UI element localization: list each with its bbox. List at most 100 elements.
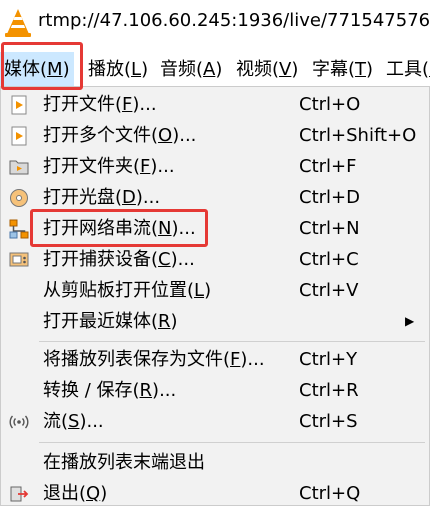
menu-video-label: 视频( <box>236 59 280 80</box>
capture-device-icon <box>9 252 29 267</box>
convert-save-key: R <box>139 380 153 401</box>
open-disc-shortcut: Ctrl+D <box>299 187 360 208</box>
stream-label: 流(S)... <box>43 406 104 437</box>
menu-playback-key: L <box>131 59 142 80</box>
convert-save-text: 转换 / 保存( <box>43 380 140 401</box>
open-multiple-files-label: 打开多个文件(O)... <box>43 120 196 151</box>
open-multiple-files-key: O <box>158 125 173 146</box>
open-multiple-files-text: 打开多个文件( <box>43 125 159 146</box>
menu-tools[interactable]: 工具(S <box>382 52 430 88</box>
media-dropdown-menu: 打开文件(F)... Ctrl+O 打开多个文件(O)... Ctrl+Shif… <box>0 86 430 506</box>
menu-open-file[interactable]: 打开文件(F)... Ctrl+O <box>1 89 429 120</box>
play-file-icon <box>11 95 27 115</box>
menu-convert-save[interactable]: 转换 / 保存(R)... Ctrl+R <box>1 375 429 406</box>
menu-quit-at-end-of-playlist[interactable]: 在播放列表末端退出 <box>1 447 429 478</box>
network-icon <box>9 219 29 239</box>
open-clipboard-label: 从剪贴板打开位置(L) <box>43 275 211 306</box>
folder-icon <box>9 160 29 175</box>
open-clipboard-key: L <box>194 280 205 301</box>
menu-open-recent-media[interactable]: 打开最近媒体(R) ▶ <box>1 306 429 337</box>
convert-save-shortcut: Ctrl+R <box>299 380 359 401</box>
open-folder-key: F <box>140 156 151 177</box>
menu-separator <box>39 341 425 342</box>
menu-audio-label: 音频( <box>160 59 204 80</box>
quit-label: 退出(Q) <box>43 478 107 509</box>
quit-at-end-label: 在播放列表末端退出 <box>43 452 205 473</box>
menu-audio[interactable]: 音频(A) <box>156 52 226 88</box>
open-network-stream-shortcut: Ctrl+N <box>299 218 360 239</box>
submenu-arrow-icon: ▶ <box>405 314 415 328</box>
open-disc-text: 打开光盘( <box>43 187 123 208</box>
stream-shortcut: Ctrl+S <box>299 411 358 432</box>
menu-separator <box>39 442 425 443</box>
network-stream-highlight-box <box>30 209 208 247</box>
open-capture-device-suffix: )... <box>170 249 195 270</box>
open-capture-device-label: 打开捕获设备(C)... <box>43 244 195 275</box>
open-capture-device-text: 打开捕获设备( <box>43 249 159 270</box>
window-title: rtmp://47.106.60.245:1936/live/771547576… <box>38 10 430 31</box>
open-file-text: 打开文件( <box>43 94 123 115</box>
open-recent-media-text: 打开最近媒体( <box>43 311 159 332</box>
open-disc-key: D <box>122 187 136 208</box>
quit-text: 退出( <box>43 483 87 504</box>
play-file-icon <box>11 126 27 146</box>
open-recent-media-label: 打开最近媒体(R) <box>43 306 178 337</box>
open-file-label: 打开文件(F)... <box>43 89 157 120</box>
stream-suffix: )... <box>79 411 104 432</box>
media-menu-highlight-box <box>1 42 83 90</box>
convert-save-suffix: )... <box>152 380 177 401</box>
open-file-shortcut: Ctrl+O <box>299 94 361 115</box>
save-playlist-shortcut: Ctrl+Y <box>299 349 358 370</box>
quit-suffix: ) <box>100 483 108 504</box>
menu-open-multiple-files[interactable]: 打开多个文件(O)... Ctrl+Shift+O <box>1 120 429 151</box>
menu-audio-key: A <box>203 59 216 80</box>
open-folder-label: 打开文件夹(F)... <box>43 151 175 182</box>
open-clipboard-shortcut: Ctrl+V <box>299 280 359 301</box>
menu-video-key: V <box>279 59 292 80</box>
menu-playback[interactable]: 播放(L) <box>84 52 152 88</box>
save-playlist-label: 将播放列表保存为文件(F)... <box>43 344 265 375</box>
stream-icon <box>9 415 29 429</box>
menu-stream[interactable]: 流(S)... Ctrl+S <box>1 406 429 437</box>
open-recent-media-suffix: ) <box>170 311 178 332</box>
menu-playback-label: 播放( <box>88 59 132 80</box>
menu-video-end: ) <box>291 59 299 80</box>
menu-subtitle-key: T <box>355 59 367 80</box>
menu-subtitle-end: ) <box>366 59 374 80</box>
convert-save-label: 转换 / 保存(R)... <box>43 375 176 406</box>
vlc-cone-icon <box>5 9 31 37</box>
menu-open-capture-device[interactable]: 打开捕获设备(C)... Ctrl+C <box>1 244 429 275</box>
menu-open-folder[interactable]: 打开文件夹(F)... Ctrl+F <box>1 151 429 182</box>
open-folder-text: 打开文件夹( <box>43 156 141 177</box>
open-capture-device-shortcut: Ctrl+C <box>299 249 359 270</box>
quit-shortcut: Ctrl+Q <box>299 483 361 504</box>
menu-subtitle-label: 字幕( <box>312 59 356 80</box>
open-folder-suffix: )... <box>150 156 175 177</box>
open-recent-media-key: R <box>158 311 171 332</box>
quit-key: Q <box>86 483 101 504</box>
menu-open-location-from-clipboard[interactable]: 从剪贴板打开位置(L) Ctrl+V <box>1 275 429 306</box>
menu-playback-end: ) <box>141 59 149 80</box>
menu-save-playlist[interactable]: 将播放列表保存为文件(F)... Ctrl+Y <box>1 344 429 375</box>
open-multiple-files-shortcut: Ctrl+Shift+O <box>299 125 417 146</box>
save-playlist-text: 将播放列表保存为文件( <box>43 349 231 370</box>
open-file-key: F <box>122 94 133 115</box>
exit-icon <box>10 486 29 502</box>
open-multiple-files-suffix: )... <box>172 125 197 146</box>
stream-text: 流( <box>43 411 69 432</box>
menu-subtitle[interactable]: 字幕(T) <box>308 52 377 88</box>
open-clipboard-suffix: ) <box>204 280 212 301</box>
save-playlist-suffix: )... <box>240 349 265 370</box>
open-disc-suffix: )... <box>135 187 161 208</box>
stream-key: S <box>68 411 80 432</box>
menu-video[interactable]: 视频(V) <box>232 52 302 88</box>
open-clipboard-text: 从剪贴板打开位置( <box>43 280 195 301</box>
title-bar: rtmp://47.106.60.245:1936/live/771547576… <box>0 0 430 44</box>
menu-tools-label: 工具( <box>386 59 430 80</box>
menu-audio-end: ) <box>215 59 223 80</box>
menu-quit[interactable]: 退出(Q) Ctrl+Q <box>1 478 429 509</box>
open-folder-shortcut: Ctrl+F <box>299 156 357 177</box>
open-capture-device-key: C <box>158 249 171 270</box>
disc-icon <box>10 189 28 207</box>
open-file-suffix: )... <box>132 94 157 115</box>
